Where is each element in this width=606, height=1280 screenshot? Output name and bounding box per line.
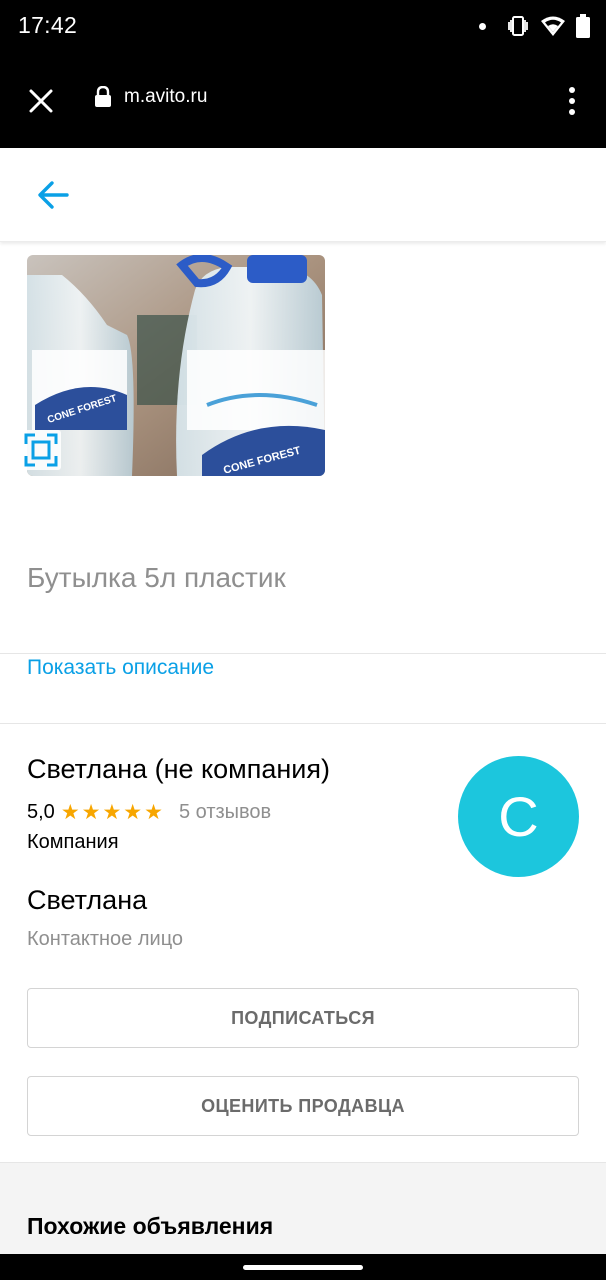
rating-stars: ★ ★ ★ ★ ★ xyxy=(61,802,163,823)
wifi-icon xyxy=(541,16,565,36)
fullscreen-icon xyxy=(24,433,58,467)
home-indicator[interactable] xyxy=(243,1265,363,1270)
subscribe-button[interactable]: ПОДПИСАТЬСЯ xyxy=(27,988,579,1048)
close-tab-button[interactable] xyxy=(24,84,58,118)
status-time: 17:42 xyxy=(18,12,78,38)
browser-toolbar: m.avito.ru xyxy=(0,56,606,148)
close-icon xyxy=(29,89,53,113)
contact-name: Светлана xyxy=(27,885,148,915)
vibrate-icon xyxy=(508,16,528,36)
show-description-link[interactable]: Показать описание xyxy=(27,656,214,680)
lock-icon xyxy=(95,86,111,107)
notification-dot-icon xyxy=(479,22,486,30)
battery-icon xyxy=(576,14,590,38)
app-header xyxy=(0,148,606,242)
item-photo-image: CONE FOREST CONE FOREST xyxy=(27,255,325,476)
star-icon: ★ xyxy=(144,801,163,824)
similar-listings-title: Похожие объявления xyxy=(27,1213,274,1239)
star-icon: ★ xyxy=(102,801,122,824)
address-bar[interactable]: m.avito.ru xyxy=(94,86,207,108)
arrow-back-icon xyxy=(38,181,69,209)
similar-listings-section: Похожие объявления xyxy=(0,1162,606,1254)
rating-value: 5,0 xyxy=(27,801,55,823)
status-bar: 17:42 xyxy=(0,0,606,56)
seller-rating[interactable]: 5,0 ★ ★ ★ ★ ★ 5 отзывов xyxy=(27,801,271,824)
back-button[interactable] xyxy=(36,178,72,212)
divider xyxy=(0,653,606,654)
browser-menu-button[interactable] xyxy=(562,84,582,118)
fullscreen-gallery-button[interactable] xyxy=(21,430,61,470)
seller-name[interactable]: Светлана (не компания) xyxy=(27,754,330,785)
star-icon: ★ xyxy=(60,801,80,824)
seller-type: Компания xyxy=(27,831,119,853)
item-photo[interactable]: CONE FOREST CONE FOREST xyxy=(27,255,325,476)
status-icons xyxy=(479,14,590,38)
system-nav-bar xyxy=(0,1254,606,1280)
rate-seller-button[interactable]: ОЦЕНИТЬ ПРОДАВЦА xyxy=(27,1076,579,1136)
reviews-count: 5 отзывов xyxy=(178,801,272,823)
star-icon: ★ xyxy=(81,801,101,824)
divider xyxy=(0,723,606,724)
star-icon: ★ xyxy=(123,801,143,824)
item-title: Бутылка 5л пластик xyxy=(27,562,286,593)
url-text: m.avito.ru xyxy=(124,86,208,107)
seller-avatar[interactable]: С xyxy=(458,756,579,877)
contact-role: Контактное лицо xyxy=(27,928,184,950)
avatar-letter: С xyxy=(498,785,539,848)
more-vert-icon xyxy=(569,87,575,93)
